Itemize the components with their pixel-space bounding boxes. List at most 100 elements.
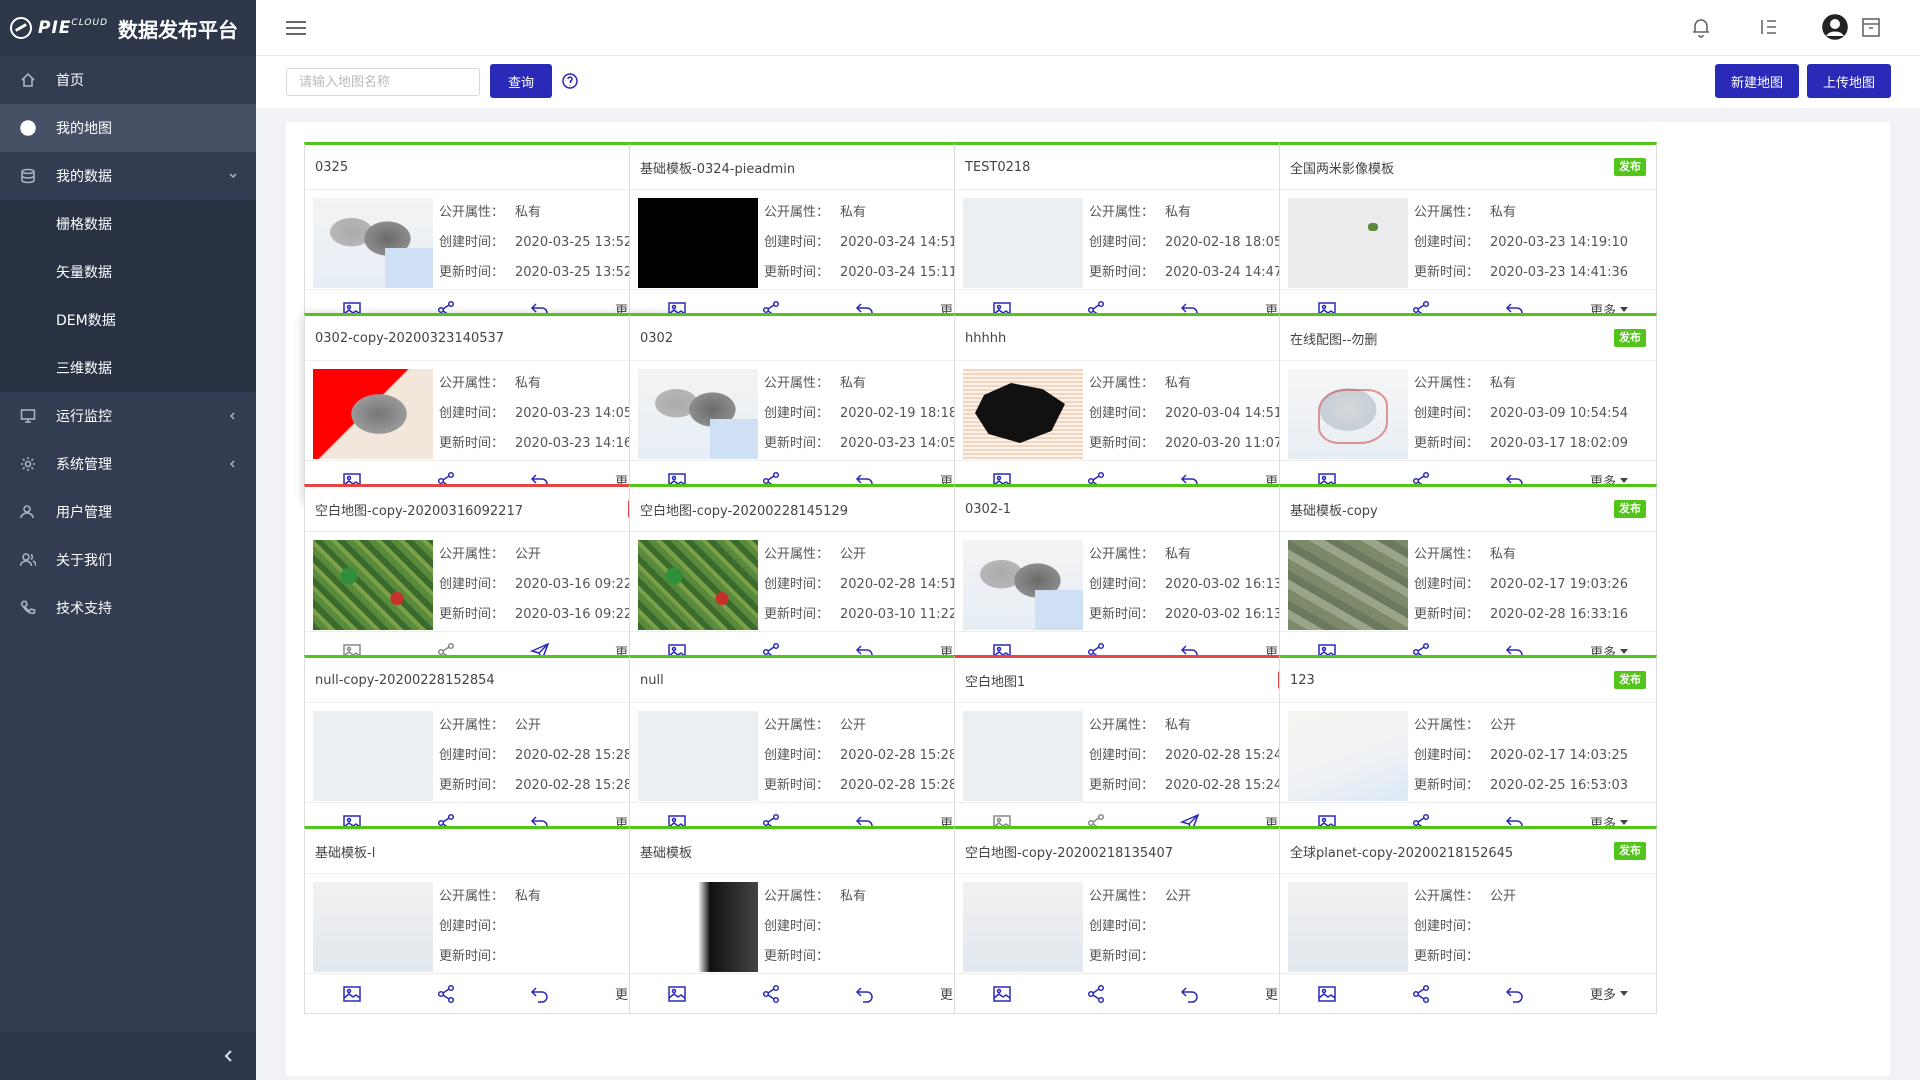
map-thumbnail[interactable] bbox=[638, 369, 758, 459]
created-label: 创建时间： bbox=[1089, 406, 1155, 421]
map-thumbnail[interactable] bbox=[638, 198, 758, 288]
card-info: 公开属性： 公开 创建时间： 2020-02-28 14:51:29 更新时间： 2020… bbox=[764, 540, 978, 630]
map-thumbnail[interactable] bbox=[1288, 540, 1408, 630]
card-title[interactable]: 空白地图-copy-20200228145129 bbox=[640, 500, 848, 519]
card-title[interactable]: 0302-1 bbox=[965, 502, 1011, 517]
card-title[interactable]: 基础模板 bbox=[640, 842, 692, 861]
sidebar-item-1[interactable]: 我的地图 bbox=[0, 104, 256, 152]
map-thumbnail[interactable] bbox=[1288, 711, 1408, 801]
map-card[interactable]: 基础模板-l发布公开属性： 私有创建时间： 更新时间： 更多 bbox=[304, 826, 682, 1014]
card-title[interactable]: null bbox=[640, 673, 664, 688]
list-icon[interactable] bbox=[1758, 16, 1780, 38]
preview-image-icon[interactable] bbox=[955, 974, 1049, 1014]
map-card[interactable]: 空白地图-copy-20200218135407发布公开属性： 公开创建时间： 更新… bbox=[954, 826, 1332, 1014]
map-card[interactable]: hhhhh发布公开属性：私有创建时间：2020-03-04 14:51:12更新… bbox=[954, 313, 1332, 501]
card-title[interactable]: 基础模板-0324-pieadmin bbox=[640, 158, 795, 177]
unpublish-undo-icon[interactable] bbox=[1143, 974, 1237, 1014]
share-icon[interactable] bbox=[1049, 974, 1143, 1014]
map-thumbnail[interactable] bbox=[313, 198, 433, 288]
map-thumbnail[interactable] bbox=[638, 711, 758, 801]
card-title[interactable]: 0302-copy-20200323140537 bbox=[315, 331, 504, 346]
card-title[interactable]: 基础模板-copy bbox=[1290, 500, 1378, 519]
card-title[interactable]: hhhhh bbox=[965, 331, 1006, 346]
map-card[interactable]: null发布公开属性：公开创建时间：2020-02-28 15:28:33更新时… bbox=[629, 655, 1007, 843]
map-card[interactable]: 0302-1发布公开属性：私有创建时间：2020-03-02 16:13:38更… bbox=[954, 484, 1332, 672]
sidebar-item-6[interactable]: 三维数据 bbox=[0, 344, 256, 392]
map-thumbnail[interactable] bbox=[963, 711, 1083, 801]
status-badge: 发布 bbox=[1614, 671, 1646, 689]
map-card[interactable]: 全球planet-copy-20200218152645 发布 公开属性： 公开 创建时… bbox=[1279, 826, 1657, 1014]
map-thumbnail[interactable] bbox=[963, 540, 1083, 630]
sidebar-item-8[interactable]: 系统管理 bbox=[0, 440, 256, 488]
share-icon[interactable] bbox=[724, 974, 818, 1014]
card-title[interactable]: 空白地图1 bbox=[965, 671, 1025, 690]
sidebar-item-4[interactable]: 矢量数据 bbox=[0, 248, 256, 296]
preview-image-icon[interactable] bbox=[305, 974, 399, 1014]
sidebar-item-7[interactable]: 运行监控 bbox=[0, 392, 256, 440]
map-card[interactable]: TEST0218发布公开属性： 私有创建时间：2020-02-18 18:05:4… bbox=[954, 142, 1332, 330]
card-title[interactable]: null-copy-20200228152854 bbox=[315, 673, 495, 688]
share-icon[interactable] bbox=[1374, 974, 1468, 1014]
sidebar-item-2[interactable]: 我的数据 bbox=[0, 152, 256, 200]
map-card[interactable]: 0302-copy-20200323140537发布公开属性： 私有创建时间：20… bbox=[304, 313, 682, 501]
more-dropdown[interactable]: 更多 bbox=[1562, 974, 1656, 1014]
map-thumbnail[interactable] bbox=[963, 882, 1083, 972]
map-card[interactable]: 空白地图-copy-20200316092217未发布公开属性： 公开创建时间：2… bbox=[304, 484, 682, 672]
sidebar-collapse-button[interactable] bbox=[0, 1032, 256, 1080]
map-thumbnail[interactable] bbox=[1288, 882, 1408, 972]
map-card[interactable]: 基础模板-copy 发布 公开属性： 私有 创建时间： 2020-02-17 19:03:… bbox=[1279, 484, 1657, 672]
sidebar-item-9[interactable]: 用户管理 bbox=[0, 488, 256, 536]
card-title[interactable]: 空白地图-copy-20200218135407 bbox=[965, 842, 1173, 861]
preview-image-icon[interactable] bbox=[630, 974, 724, 1014]
map-thumbnail[interactable] bbox=[1288, 369, 1408, 459]
map-thumbnail[interactable] bbox=[313, 882, 433, 972]
card-info: 公开属性： 私有 创建时间： 2020-03-25 13:52:59 更新时间： 2020… bbox=[439, 198, 653, 288]
upload-map-button[interactable]: 上传地图 bbox=[1807, 64, 1891, 98]
unpublish-undo-icon[interactable] bbox=[1468, 974, 1562, 1014]
map-thumbnail[interactable] bbox=[638, 882, 758, 972]
sidebar-item-0[interactable]: 首页 bbox=[0, 56, 256, 104]
card-title[interactable]: TEST0218 bbox=[965, 160, 1030, 175]
archive-icon[interactable] bbox=[1860, 16, 1882, 38]
map-thumbnail[interactable] bbox=[963, 369, 1083, 459]
map-card[interactable]: 在线配图--勿删 发布 公开属性： 私有 创建时间： 2020-03-09 10:54:5… bbox=[1279, 313, 1657, 501]
card-title[interactable]: 在线配图--勿删 bbox=[1290, 329, 1377, 348]
card-title[interactable]: 空白地图-copy-20200316092217 bbox=[315, 500, 523, 519]
card-title[interactable]: 全球planet-copy-20200218152645 bbox=[1290, 842, 1513, 861]
map-thumbnail[interactable] bbox=[313, 540, 433, 630]
map-card[interactable]: 空白地图1未发布公开属性：私有创建时间：2020-02-28 15:24:32更… bbox=[954, 655, 1332, 843]
sidebar-item-10[interactable]: 关于我们 bbox=[0, 536, 256, 584]
new-map-button[interactable]: 新建地图 bbox=[1715, 64, 1799, 98]
map-thumbnail[interactable] bbox=[313, 369, 433, 459]
map-thumbnail[interactable] bbox=[963, 198, 1083, 288]
card-title[interactable]: 基础模板-l bbox=[315, 842, 375, 861]
map-card[interactable]: 全国两米影像模板 发布 公开属性： 私有 创建时间： 2020-03-23 14:19:1… bbox=[1279, 142, 1657, 330]
card-title[interactable]: 0302 bbox=[640, 331, 673, 346]
map-thumbnail[interactable] bbox=[313, 711, 433, 801]
map-card[interactable]: 123 发布 公开属性： 公开 创建时间： 2020-02-17 14:03:25 更新时间… bbox=[1279, 655, 1657, 843]
map-thumbnail[interactable] bbox=[1288, 198, 1408, 288]
unpublish-undo-icon[interactable] bbox=[818, 974, 912, 1014]
map-search-input[interactable] bbox=[286, 68, 480, 96]
map-card[interactable]: 空白地图-copy-20200228145129发布公开属性： 公开创建时间：20… bbox=[629, 484, 1007, 672]
sidebar-item-3[interactable]: 栅格数据 bbox=[0, 200, 256, 248]
map-card[interactable]: 0325发布公开属性：私有创建时间：2020-03-25 13:52:59更新时… bbox=[304, 142, 682, 330]
card-title[interactable]: 123 bbox=[1290, 673, 1315, 688]
preview-image-icon[interactable] bbox=[1280, 974, 1374, 1014]
map-thumbnail[interactable] bbox=[638, 540, 758, 630]
bell-icon[interactable] bbox=[1690, 16, 1712, 38]
card-title[interactable]: 全国两米影像模板 bbox=[1290, 158, 1394, 177]
sidebar-item-11[interactable]: 技术支持 bbox=[0, 584, 256, 632]
share-icon[interactable] bbox=[399, 974, 493, 1014]
sidebar-item-5[interactable]: DEM数据 bbox=[0, 296, 256, 344]
map-card[interactable]: 基础模板-0324-pieadmin发布公开属性： 私有创建时间：2020-03-… bbox=[629, 142, 1007, 330]
hamburger-menu-icon[interactable] bbox=[286, 20, 306, 36]
help-icon[interactable] bbox=[562, 73, 578, 89]
map-card[interactable]: null-copy-20200228152854发布公开属性： 公开创建时间：20… bbox=[304, 655, 682, 843]
query-button[interactable]: 查询 bbox=[490, 64, 552, 98]
map-card[interactable]: 基础模板发布公开属性： 私有创建时间： 更新时间： 更多 bbox=[629, 826, 1007, 1014]
unpublish-undo-icon[interactable] bbox=[493, 974, 587, 1014]
card-title[interactable]: 0325 bbox=[315, 160, 348, 175]
avatar[interactable] bbox=[1822, 14, 1848, 40]
map-card[interactable]: 0302发布公开属性：私有创建时间：2020-02-19 18:18:37更新时… bbox=[629, 313, 1007, 501]
